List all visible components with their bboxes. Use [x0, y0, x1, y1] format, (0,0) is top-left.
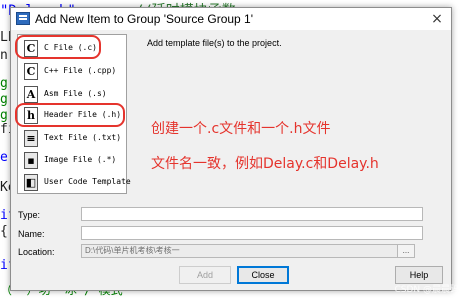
c-file-icon: C: [24, 40, 38, 57]
dialog-titlebar[interactable]: Add New Item to Group 'Source Group 1' ×: [11, 8, 451, 30]
template-item-image-file[interactable]: ▪ Image File (.*): [22, 151, 126, 171]
template-label: User Code Template: [44, 177, 131, 186]
location-label: Location:: [18, 247, 55, 257]
app-icon: [16, 12, 30, 25]
template-label: Header File (.h): [44, 110, 122, 119]
image-file-icon: ▪: [24, 152, 38, 169]
annotation-text-same-name: 文件名一致，例如Delay.c和Delay.h: [151, 156, 379, 172]
browse-button[interactable]: ...: [397, 244, 415, 258]
cpp-file-icon: C: [24, 63, 38, 80]
template-item-text-file[interactable]: ≡ Text File (.txt): [22, 129, 126, 149]
template-description: Add template file(s) to the project.: [147, 38, 282, 48]
text-file-icon: ≡: [24, 130, 38, 147]
code-fragment: {: [0, 224, 8, 239]
asm-file-icon: A: [24, 86, 38, 103]
template-label: C++ File (.cpp): [44, 66, 117, 75]
annotation-text-create-files: 创建一个.c文件和一个.h文件: [151, 121, 331, 137]
name-field[interactable]: [81, 226, 423, 240]
template-label: Asm File (.s): [44, 89, 107, 98]
template-label: Text File (.txt): [44, 133, 122, 142]
user-template-icon: ◧: [24, 174, 38, 191]
type-label: Type:: [18, 210, 41, 220]
header-file-icon: h: [24, 107, 38, 124]
close-icon[interactable]: ×: [425, 9, 449, 29]
watermark: CSDN @晨晨码影: [394, 285, 468, 295]
type-field[interactable]: [81, 207, 423, 221]
template-item-header-file[interactable]: h Header File (.h): [22, 106, 126, 126]
template-label: Image File (.*): [44, 155, 117, 164]
close-button[interactable]: Close: [237, 266, 289, 284]
template-label: C File (.c): [44, 43, 97, 52]
template-item-cpp-file[interactable]: C C++ File (.cpp): [22, 62, 126, 82]
code-fragment: n: [0, 48, 8, 63]
location-field[interactable]: D:\代码\单片机考核\考核一: [81, 244, 403, 258]
template-item-asm-file[interactable]: A Asm File (.s): [22, 85, 126, 105]
add-button[interactable]: Add: [179, 266, 231, 284]
dialog-title: Add New Item to Group 'Source Group 1': [35, 12, 254, 26]
add-new-item-dialog: Add New Item to Group 'Source Group 1' ×…: [10, 7, 452, 291]
template-item-c-file[interactable]: C C File (.c): [22, 39, 126, 59]
name-label: Name:: [18, 229, 45, 239]
code-fragment: e: [0, 150, 8, 165]
template-list: C C File (.c) C C++ File (.cpp) A Asm Fi…: [17, 34, 131, 194]
template-item-user-code-template[interactable]: ◧ User Code Template: [22, 173, 131, 193]
